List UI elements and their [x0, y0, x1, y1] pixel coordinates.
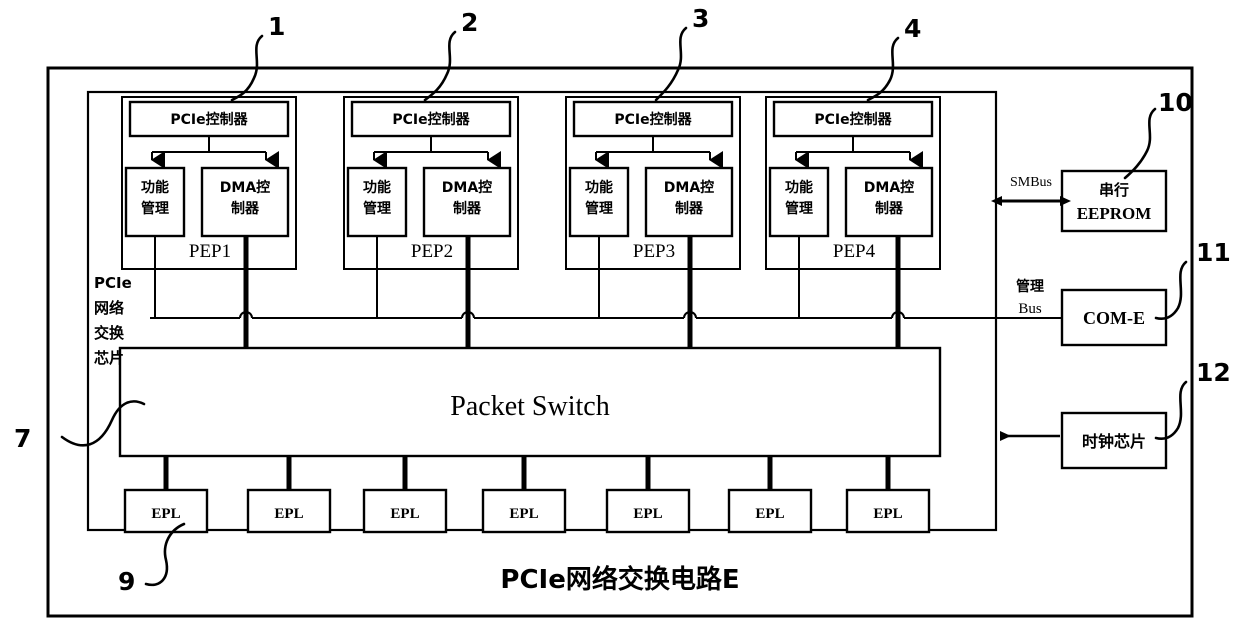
function-mgmt-line-0: 功能: [363, 179, 391, 196]
callout-10-leader: [1123, 107, 1157, 180]
epl-label: EPL: [509, 506, 538, 522]
pep-block-4: PCIe控制器 功能 管理 DMA控 制器 PEP4: [765, 96, 941, 348]
dma-line-1: 制器: [875, 200, 904, 217]
function-mgmt-line-1: 管理: [363, 200, 391, 217]
switch-chip-label-line-3: 芯片: [94, 349, 124, 367]
pep-name: PEP4: [833, 241, 876, 262]
clock-chip-group: 时钟芯片 12: [1000, 358, 1231, 470]
callout-4: 4: [904, 14, 921, 43]
callout-3: 3: [692, 4, 709, 33]
switch-chip-label-line-1: 网络: [94, 299, 124, 317]
epl-label: EPL: [633, 506, 662, 522]
pcie-controller-label: PCIe控制器: [614, 111, 692, 128]
function-mgmt-line-1: 管理: [785, 200, 813, 217]
function-mgmt-line-0: 功能: [585, 179, 613, 196]
epl-label: EPL: [390, 506, 419, 522]
pep-block-3: PCIe控制器 功能 管理 DMA控 制器 PEP3: [565, 96, 741, 348]
function-mgmt-line-0: 功能: [141, 179, 169, 196]
diagram-title: PCIe网络交换电路E: [500, 564, 739, 595]
switch-chip-label-line-0: PCIe: [94, 274, 132, 292]
serial-eeprom-line-1: EEPROM: [1077, 204, 1152, 223]
epl-label: EPL: [873, 506, 902, 522]
dma-line-0: DMA控: [664, 179, 714, 196]
pep-block-1: PCIe控制器 功能 管理 DMA控 制器 PEP1: [121, 96, 297, 348]
callout-10: 10: [1158, 88, 1193, 117]
smbus-label: SMBus: [1010, 175, 1052, 190]
callout-12: 12: [1196, 358, 1231, 387]
callout-9: 9: [118, 567, 135, 596]
mgmt-bus-line-0: 管理: [1016, 278, 1044, 295]
packet-switch-label: Packet Switch: [450, 391, 609, 422]
function-mgmt-line-1: 管理: [141, 200, 169, 217]
dma-line-0: DMA控: [220, 179, 270, 196]
pcie-controller-label: PCIe控制器: [392, 111, 470, 128]
serial-eeprom-group: 串行 EEPROM SMBus 10: [991, 88, 1193, 233]
epl-label: EPL: [274, 506, 303, 522]
switch-chip-label-line-2: 交换: [94, 324, 125, 342]
dma-line-1: 制器: [675, 200, 704, 217]
callout-11: 11: [1196, 238, 1231, 267]
callout-3-leader: [654, 26, 688, 102]
function-mgmt-line-0: 功能: [785, 179, 813, 196]
dma-line-1: 制器: [453, 200, 482, 217]
com-e-group: COM-E 管理 Bus 11: [1016, 238, 1231, 347]
pep-name: PEP3: [633, 241, 675, 262]
serial-eeprom-line-0: 串行: [1099, 181, 1129, 199]
mgmt-bus-line-1: Bus: [1018, 301, 1042, 317]
epl-label: EPL: [151, 506, 180, 522]
pep-block-2: PCIe控制器 功能 管理 DMA控 制器 PEP2: [343, 96, 519, 348]
callout-7: 7: [14, 424, 31, 453]
function-mgmt-line-1: 管理: [585, 200, 613, 217]
callout-2: 2: [461, 8, 478, 37]
pep-name: PEP2: [411, 241, 453, 262]
dma-line-0: DMA控: [864, 179, 914, 196]
dma-line-0: DMA控: [442, 179, 492, 196]
dma-line-1: 制器: [231, 200, 260, 217]
pcie-controller-label: PCIe控制器: [170, 111, 248, 128]
com-e-label: COM-E: [1083, 308, 1145, 328]
clock-chip-label: 时钟芯片: [1082, 432, 1146, 451]
pep-name: PEP1: [189, 241, 231, 262]
callout-2-leader: [423, 30, 457, 102]
diagram-canvas: Packet Switch 7 PCIe 网络 交换 芯片 PCIe控制器 功能…: [0, 0, 1240, 630]
epl-label: EPL: [755, 506, 784, 522]
callout-1: 1: [268, 12, 285, 41]
pcie-controller-label: PCIe控制器: [814, 111, 892, 128]
